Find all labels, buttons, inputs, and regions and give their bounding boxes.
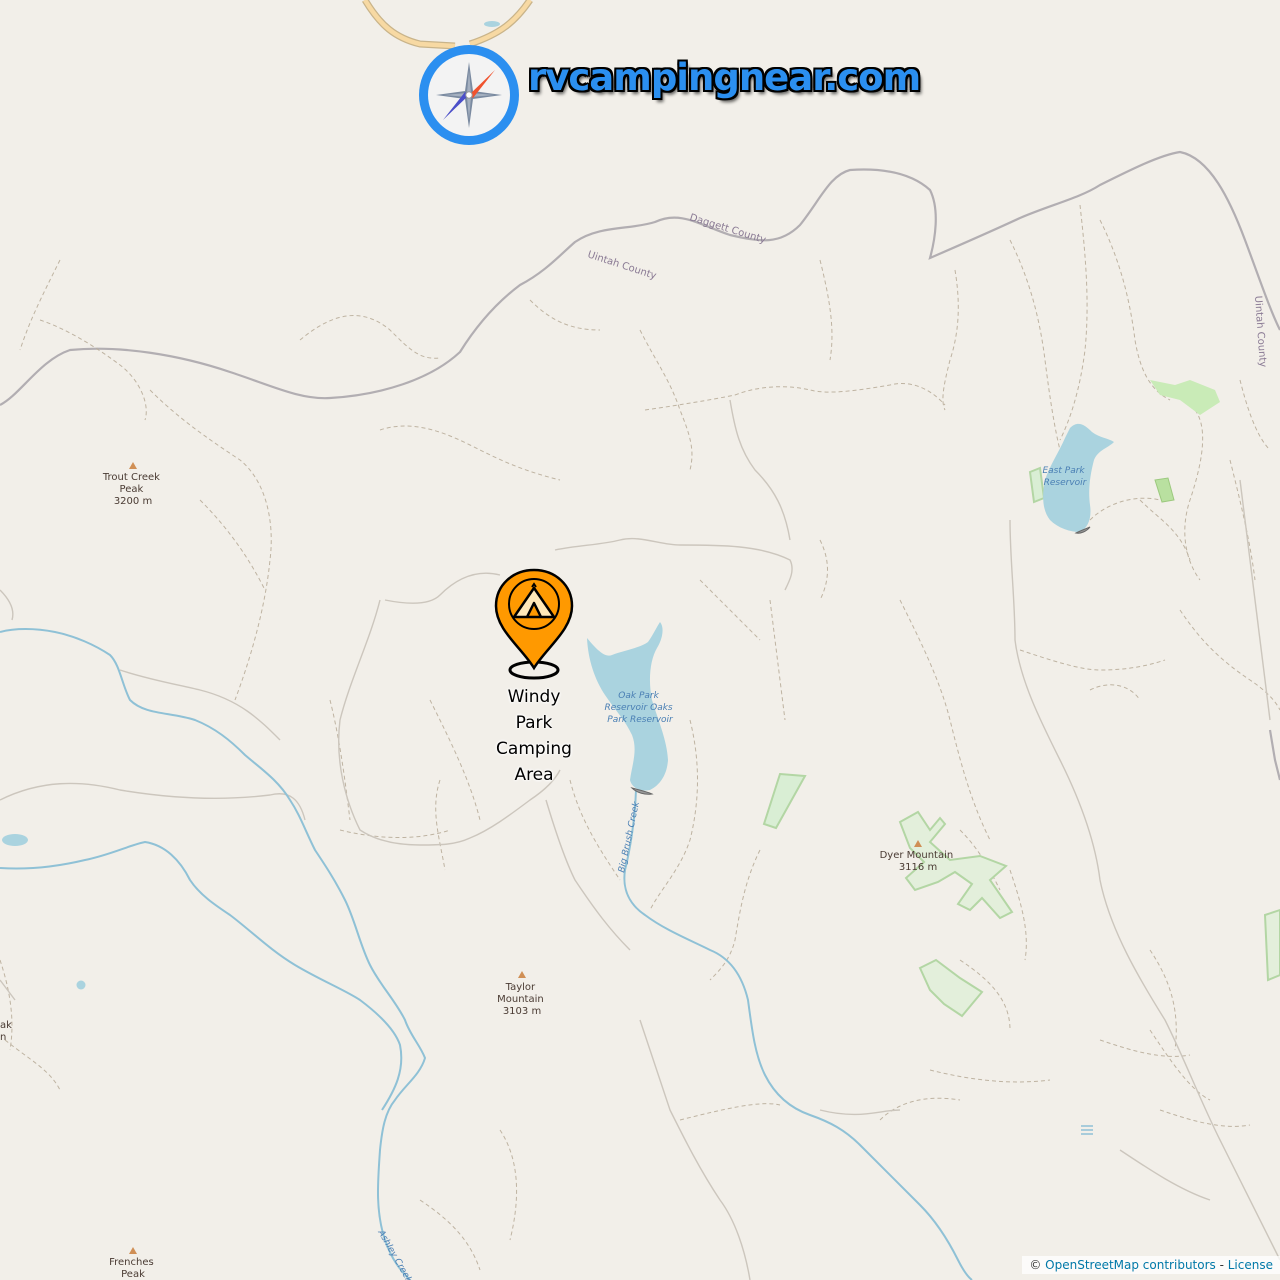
license-link[interactable]: License: [1228, 1258, 1273, 1272]
map-attribution: © OpenStreetMap contributors - License: [1022, 1256, 1280, 1274]
campground-name-line: Area: [514, 765, 554, 785]
osm-attribution-link[interactable]: OpenStreetMap contributors: [1045, 1258, 1216, 1272]
campground-name-label[interactable]: Windy Park Camping Area: [482, 684, 586, 788]
attribution-separator: -: [1215, 1258, 1228, 1272]
copyright-symbol: ©: [1029, 1258, 1042, 1272]
campground-name-line: Park: [515, 713, 553, 733]
site-name[interactable]: rvcampingnear.com: [528, 56, 921, 99]
map-canvas[interactable]: Trout Creek Peak 3200 m Dyer Mountain 31…: [0, 0, 1280, 1280]
compass-icon: [419, 45, 519, 145]
campground-name-line: Windy: [507, 687, 561, 707]
campground-name-line: Camping: [496, 739, 572, 759]
